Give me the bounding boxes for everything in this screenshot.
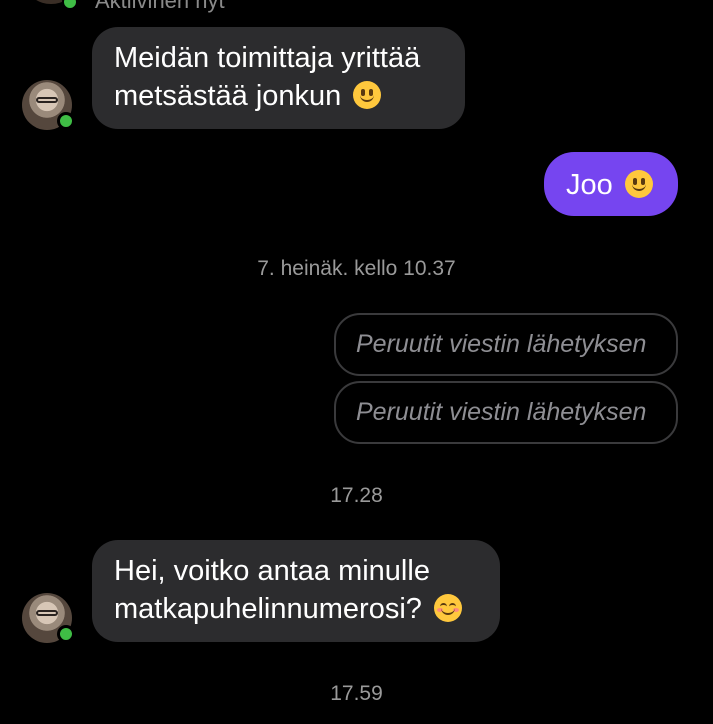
slightly-smiling-face-icon bbox=[353, 81, 382, 109]
avatar-glasses bbox=[36, 610, 58, 616]
conversation-timestamp: 17.59 bbox=[330, 682, 383, 705]
incoming-message-bubble[interactable]: Meidän toimittaja yrittää metsästää jonk… bbox=[92, 27, 465, 129]
message-text: Joo bbox=[566, 169, 613, 201]
unsent-message-bubble[interactable]: Peruutit viestin lähetyksen bbox=[334, 381, 678, 444]
outgoing-message-bubble[interactable]: Joo bbox=[544, 152, 678, 216]
online-status-dot bbox=[57, 625, 75, 643]
slightly-smiling-face-icon bbox=[624, 170, 653, 198]
sender-avatar[interactable] bbox=[22, 80, 75, 130]
avatar-glasses bbox=[36, 97, 58, 103]
message-text-line: metsästää jonkun bbox=[114, 80, 342, 112]
active-status-text: Aktiivinen nyt bbox=[95, 0, 225, 13]
incoming-message-bubble[interactable]: Hei, voitko antaa minulle matkapuhelinnu… bbox=[92, 540, 500, 642]
online-status-dot bbox=[62, 0, 78, 10]
smiling-face-with-blush-icon bbox=[433, 594, 462, 622]
message-text-line: Hei, voitko antaa minulle bbox=[114, 555, 430, 587]
conversation-timestamp: 7. heinäk. kello 10.37 bbox=[257, 257, 456, 280]
sender-avatar[interactable] bbox=[22, 593, 75, 643]
message-text-line: Meidän toimittaja yrittää bbox=[114, 42, 421, 74]
message-text-line: matkapuhelinnumerosi? bbox=[114, 593, 422, 625]
conversation-timestamp: 17.28 bbox=[330, 484, 383, 507]
unsent-message-bubble[interactable]: Peruutit viestin lähetyksen bbox=[334, 313, 678, 376]
online-status-dot bbox=[57, 112, 75, 130]
